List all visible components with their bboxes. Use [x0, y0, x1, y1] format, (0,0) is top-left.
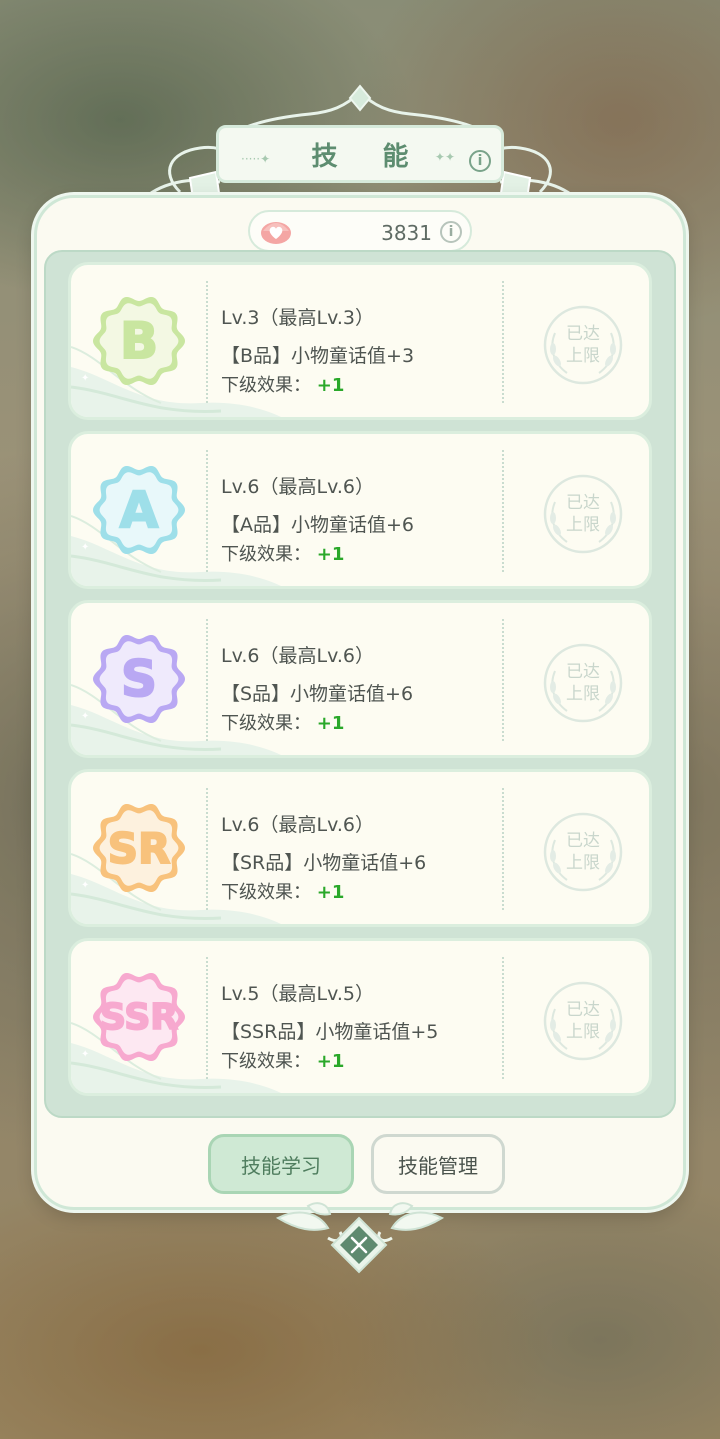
grade-letter: S: [120, 649, 158, 709]
skill-level: Lv.6（最高Lv.6）: [221, 645, 374, 667]
next-effect-label: 下级效果：: [221, 544, 311, 565]
card-divider: [502, 450, 504, 572]
card-divider: [206, 450, 208, 572]
skill-effect: 【SSR品】小物童话值+5: [221, 1021, 439, 1043]
card-divider: [502, 619, 504, 741]
grade-letter: SR: [107, 823, 172, 874]
maxed-text: 已达 上限: [541, 979, 625, 1063]
next-effect-value: +1: [316, 544, 345, 565]
maxed-text-line2: 上限: [566, 684, 600, 704]
maxed-text: 已达 上限: [541, 810, 625, 894]
svg-text:✦: ✦: [81, 1049, 89, 1060]
next-effect-value: +1: [316, 1051, 345, 1072]
card-divider: [206, 957, 208, 1079]
banner-dots-left: ·····✦: [241, 152, 271, 166]
maxed-stamp: 已达 上限: [541, 472, 625, 556]
close-button[interactable]: [330, 1216, 388, 1274]
next-effect-label: 下级效果：: [221, 882, 311, 903]
maxed-text: 已达 上限: [541, 472, 625, 556]
grade-letter: B: [119, 311, 159, 371]
maxed-stamp: 已达 上限: [541, 303, 625, 387]
grade-letter: SSR: [99, 996, 179, 1039]
next-effect-value: +1: [316, 713, 345, 734]
card-divider: [502, 788, 504, 910]
skill-manage-button[interactable]: 技能管理: [371, 1134, 505, 1194]
next-effect: 下级效果： +1: [221, 709, 344, 735]
maxed-text-line2: 上限: [566, 515, 600, 535]
maxed-text-line1: 已达: [566, 493, 600, 513]
maxed-text-line2: 上限: [566, 346, 600, 366]
svg-text:✦: ✦: [81, 542, 89, 553]
skill-level: Lv.3（最高Lv.3）: [221, 307, 374, 329]
next-effect-label: 下级效果：: [221, 713, 311, 734]
skill-card-b[interactable]: ✦ B Lv.3（最高Lv.3） 【B品】小物童话值+3 下级效果： +1 已达 上限: [68, 262, 652, 420]
card-divider: [502, 957, 504, 1079]
card-divider: [206, 619, 208, 741]
grade-badge: B: [91, 293, 187, 389]
skill-level: Lv.6（最高Lv.6）: [221, 476, 374, 498]
skill-level: Lv.6（最高Lv.6）: [221, 814, 374, 836]
skill-level: Lv.5（最高Lv.5）: [221, 983, 374, 1005]
maxed-text: 已达 上限: [541, 303, 625, 387]
maxed-stamp: 已达 上限: [541, 810, 625, 894]
skill-effect: 【A品】小物童话值+6: [221, 514, 415, 536]
skill-effect: 【B品】小物童话值+3: [221, 345, 415, 367]
grade-badge: SSR: [91, 969, 187, 1065]
heart-shell-icon: [261, 222, 291, 244]
page-title: 技 能: [311, 141, 427, 172]
currency-value: 3831: [381, 221, 432, 245]
grade-badge: SR: [91, 800, 187, 896]
svg-text:✦: ✦: [81, 711, 89, 722]
svg-text:✦: ✦: [81, 373, 89, 384]
grade-letter: A: [119, 480, 160, 540]
next-effect: 下级效果： +1: [221, 1047, 344, 1073]
skill-learn-button[interactable]: 技能学习: [208, 1134, 354, 1194]
next-effect: 下级效果： +1: [221, 540, 344, 566]
maxed-text-line2: 上限: [566, 853, 600, 873]
maxed-text-line2: 上限: [566, 1022, 600, 1042]
next-effect-label: 下级效果：: [221, 1051, 311, 1072]
skill-effect: 【SR品】小物童话值+6: [221, 852, 427, 874]
title-banner: ·····✦ 技 能 ✦✦ i: [216, 125, 504, 183]
skill-card-ssr[interactable]: ✦ SSR Lv.5（最高Lv.5） 【SSR品】小物童话值+5 下级效果： +1 已达上…: [68, 938, 652, 1096]
title-info-icon[interactable]: i: [469, 150, 491, 172]
card-divider: [206, 281, 208, 403]
maxed-text-line1: 已达: [566, 831, 600, 851]
skill-card-a[interactable]: ✦ A Lv.6（最高Lv.6） 【A品】小物童话值+6 下级效果： +1 已达 上限: [68, 431, 652, 589]
maxed-text-line1: 已达: [566, 1000, 600, 1020]
next-effect-value: +1: [316, 882, 345, 903]
next-effect-value: +1: [316, 375, 345, 396]
next-effect: 下级效果： +1: [221, 371, 344, 397]
card-divider: [206, 788, 208, 910]
card-divider: [502, 281, 504, 403]
currency-pill: 3831 i: [248, 210, 472, 252]
banner-dots-right: ✦✦: [434, 150, 455, 164]
maxed-text-line1: 已达: [566, 324, 600, 344]
skill-card-s[interactable]: ✦ S Lv.6（最高Lv.6） 【S品】小物童话值+6 下级效果： +1 已达 上限: [68, 600, 652, 758]
grade-badge: A: [91, 462, 187, 558]
next-effect: 下级效果： +1: [221, 878, 344, 904]
next-effect-label: 下级效果：: [221, 375, 311, 396]
svg-text:✦: ✦: [81, 880, 89, 891]
maxed-text: 已达 上限: [541, 641, 625, 725]
currency-info-icon[interactable]: i: [440, 221, 462, 243]
skill-effect: 【S品】小物童话值+6: [221, 683, 414, 705]
skill-card-sr[interactable]: ✦ SR Lv.6（最高Lv.6） 【SR品】小物童话值+6 下级效果： +1 已达 上限: [68, 769, 652, 927]
grade-badge: S: [91, 631, 187, 727]
maxed-stamp: 已达 上限: [541, 979, 625, 1063]
maxed-stamp: 已达 上限: [541, 641, 625, 725]
maxed-text-line1: 已达: [566, 662, 600, 682]
